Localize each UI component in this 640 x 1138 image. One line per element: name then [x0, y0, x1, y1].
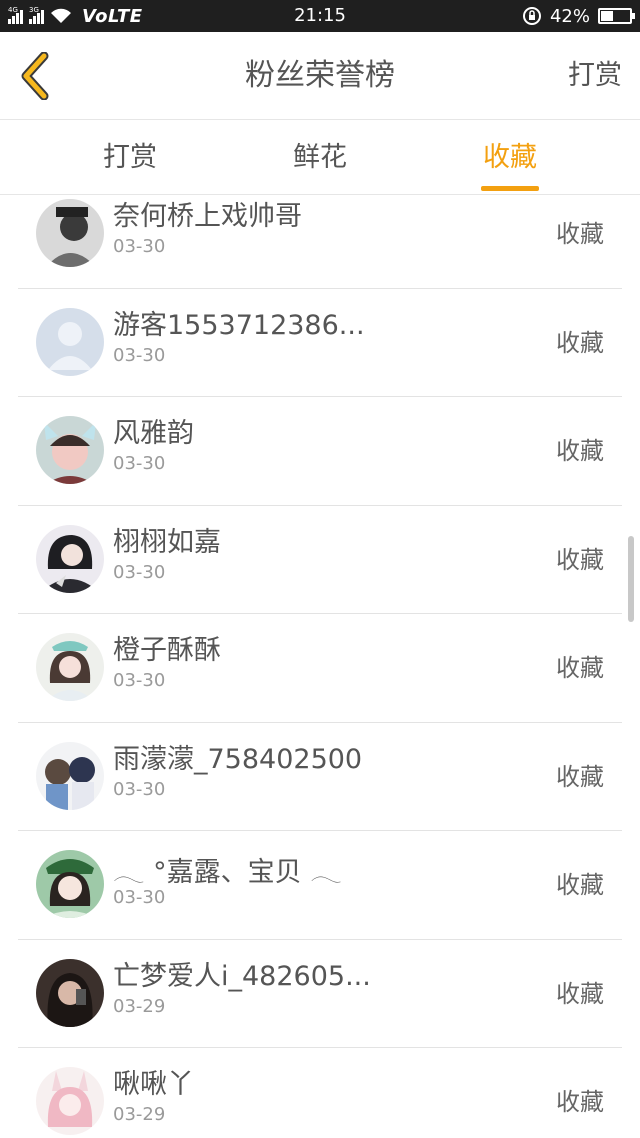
list-item[interactable]: 𓂃 °嘉露、宝贝 𓂃 03-30 收藏: [18, 831, 622, 940]
fan-name: 橙子酥酥: [113, 635, 221, 666]
fan-action-label: 收藏: [556, 220, 604, 248]
fan-action-label: 收藏: [556, 979, 604, 1008]
fan-name: 𓂃 °嘉露、宝贝 𓂃: [113, 857, 342, 888]
avatar: [36, 416, 104, 484]
avatar: [36, 741, 104, 810]
active-tab-indicator: [481, 186, 539, 191]
battery-percent: 42%: [549, 5, 590, 27]
tab-flowers[interactable]: 鲜花: [240, 121, 400, 195]
tab-label: 收藏: [483, 142, 537, 173]
list-item[interactable]: 啾啾丫 03-29 收藏: [18, 1048, 622, 1138]
tab-label: 鲜花: [293, 142, 347, 173]
fan-date: 03-30: [113, 344, 166, 366]
fan-name: 栩栩如嘉: [113, 526, 221, 558]
list-item[interactable]: 游客1553712386... 03-30 收藏: [18, 289, 622, 397]
fan-action-label: 收藏: [556, 654, 604, 682]
fan-action-label: 收藏: [556, 1088, 604, 1116]
app-header: 粉丝荣誉榜 打赏: [0, 32, 640, 120]
fan-date: 03-30: [113, 453, 166, 474]
list-item[interactable]: 雨濛濛_758402500 03-30 收藏: [18, 723, 622, 831]
fan-date: 03-30: [113, 561, 166, 583]
tab-favorites[interactable]: 收藏: [430, 121, 590, 195]
page-title: 粉丝荣誉榜: [245, 58, 395, 93]
list-item[interactable]: 奈何桥上戏帅哥 03-30 收藏: [18, 196, 622, 289]
fan-name: 啾啾丫: [113, 1069, 194, 1100]
fan-name: 风雅韵: [113, 418, 194, 449]
fan-list[interactable]: 奈何桥上戏帅哥 03-30 收藏 游客1553712386... 03-30 收…: [0, 196, 640, 1138]
fan-name: 雨濛濛_758402500: [113, 743, 363, 775]
fan-date: 03-30: [113, 670, 166, 691]
fan-date: 03-30: [113, 236, 166, 257]
fan-action-label: 收藏: [556, 871, 604, 899]
list-item[interactable]: 风雅韵 03-30 收藏: [18, 397, 622, 506]
fan-name: 亡梦爱人i_482605...: [113, 960, 371, 992]
fan-date: 03-30: [113, 778, 166, 800]
tab-bar: 打赏 鲜花 收藏: [0, 121, 640, 195]
reward-button[interactable]: 打赏: [568, 32, 622, 120]
fan-action-label: 收藏: [556, 437, 604, 465]
fan-name: 奈何桥上戏帅哥: [113, 201, 302, 232]
fan-action-label: 收藏: [556, 762, 604, 791]
fan-action-label: 收藏: [556, 328, 604, 357]
scrollbar[interactable]: [628, 536, 634, 622]
list-item[interactable]: 栩栩如嘉 03-30 收藏: [18, 506, 622, 614]
fan-date: 03-29: [113, 995, 166, 1017]
status-bar: 4G 3G VoLTE 21:15 42%: [0, 0, 640, 32]
fan-name: 游客1553712386...: [113, 309, 365, 341]
avatar: [36, 199, 104, 267]
tab-label: 打赏: [103, 142, 157, 173]
rotation-lock-icon: [522, 7, 541, 25]
avatar: [36, 850, 104, 918]
fan-action-label: 收藏: [556, 545, 604, 574]
avatar: [36, 307, 104, 376]
status-right: 42%: [522, 0, 635, 32]
tab-reward[interactable]: 打赏: [50, 121, 210, 195]
list-item[interactable]: 亡梦爱人i_482605... 03-29 收藏: [18, 940, 622, 1048]
avatar: [36, 958, 104, 1027]
fan-date: 03-30: [113, 887, 166, 908]
avatar: [36, 633, 104, 701]
avatar: [36, 524, 104, 593]
avatar: [36, 1067, 104, 1135]
battery-icon: [598, 8, 635, 24]
fan-date: 03-29: [113, 1104, 166, 1125]
list-item[interactable]: 橙子酥酥 03-30 收藏: [18, 614, 622, 723]
